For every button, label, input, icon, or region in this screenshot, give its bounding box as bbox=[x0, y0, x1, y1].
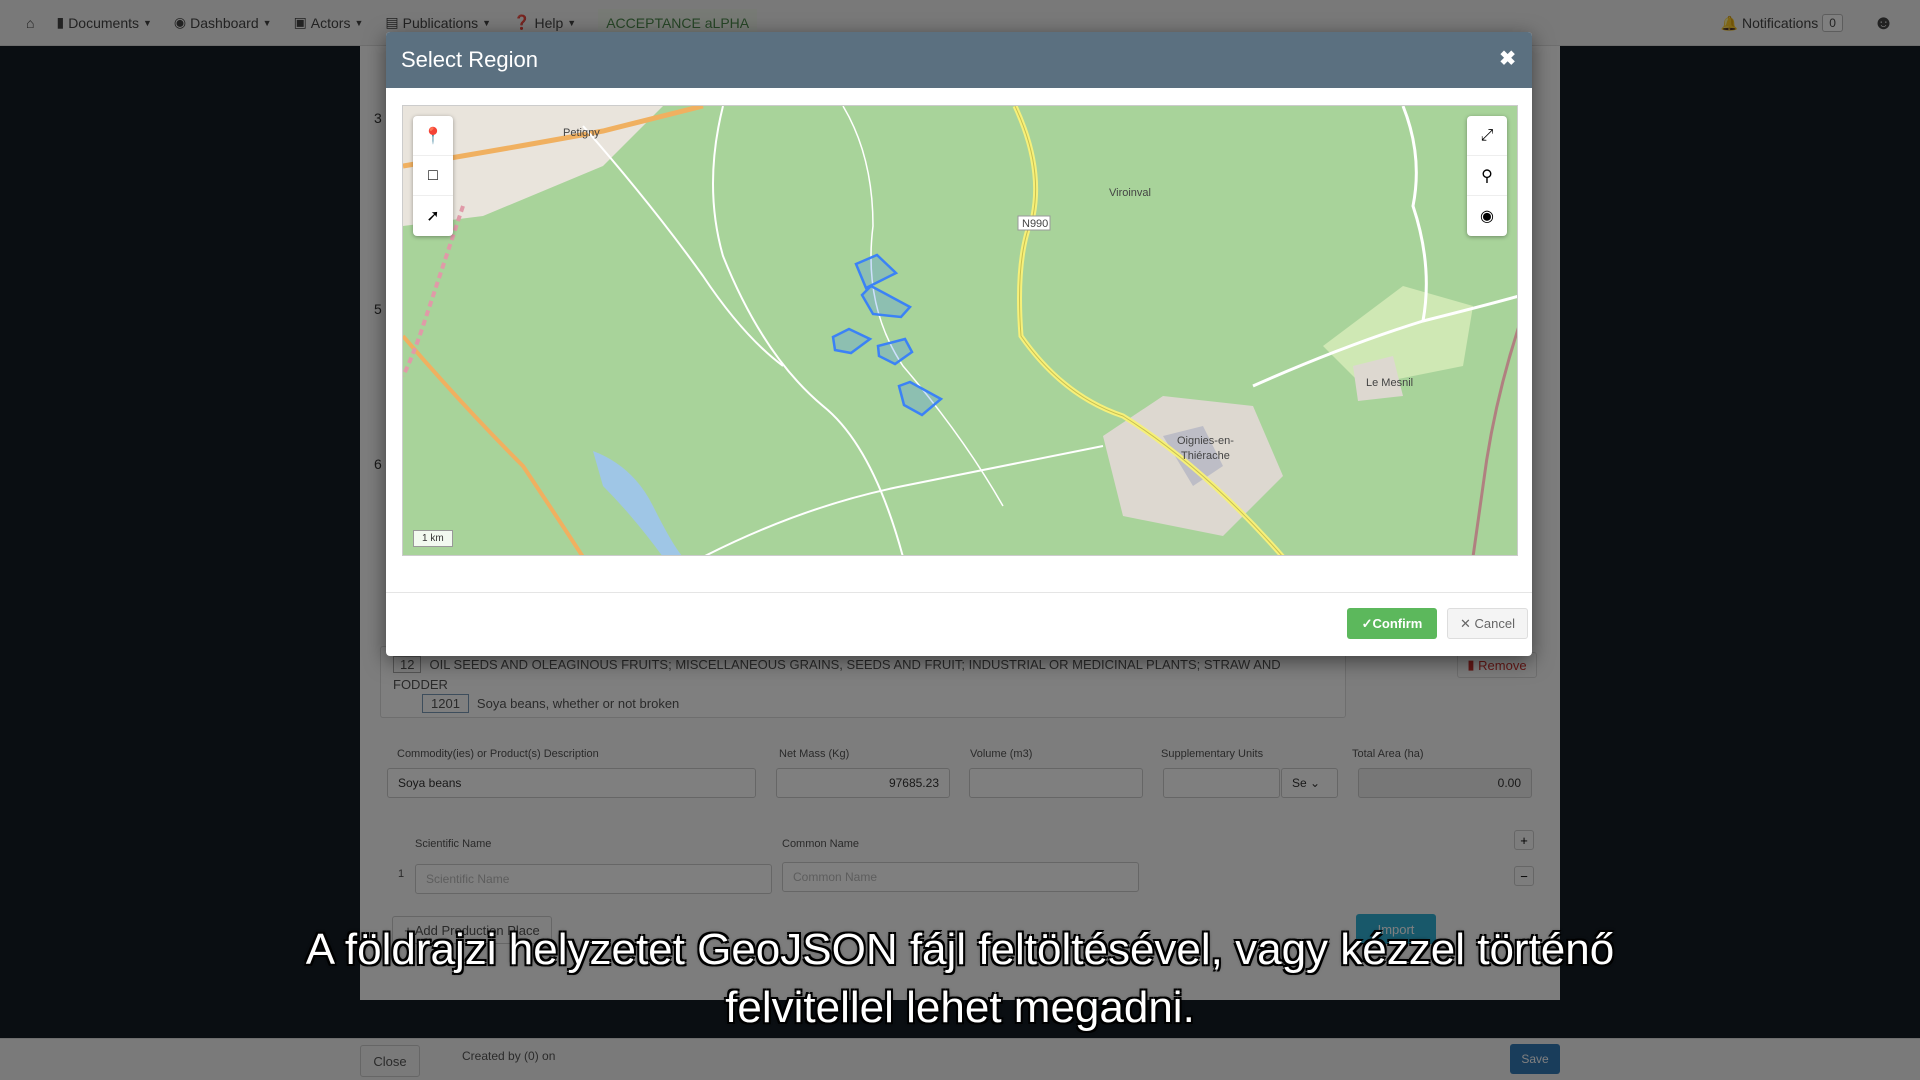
cancel-button[interactable]: ✕ Cancel bbox=[1447, 608, 1528, 639]
svg-text:Petigny: Petigny bbox=[563, 127, 600, 139]
svg-text:Viroinval: Viroinval bbox=[1109, 187, 1151, 199]
draw-line-icon[interactable]: ➚ bbox=[413, 196, 453, 236]
svg-text:Oignies-en-: Oignies-en- bbox=[1177, 435, 1234, 447]
map-scale: 1 km bbox=[413, 530, 453, 547]
confirm-button[interactable]: ✓ Confirm bbox=[1347, 608, 1437, 639]
subtitle-line-2: felvitellel lehet megadni. bbox=[725, 983, 1195, 1032]
svg-text:Le Mesnil: Le Mesnil bbox=[1366, 377, 1413, 389]
modal-footer bbox=[386, 592, 1532, 593]
subtitle-line-1: A földrajzi helyzetet GeoJSON fájl feltö… bbox=[305, 925, 1615, 974]
map-view[interactable]: Petigny Viroinval N990 Le Mesnil Oignies… bbox=[402, 105, 1518, 556]
map-canvas: Petigny Viroinval N990 Le Mesnil Oignies… bbox=[403, 106, 1517, 555]
draw-toolbar: 📍 □ ➚ bbox=[413, 116, 453, 236]
modal-title: Select Region bbox=[401, 47, 538, 72]
svg-text:N990: N990 bbox=[1022, 218, 1048, 230]
check-icon: ✓ bbox=[1361, 615, 1373, 631]
search-icon[interactable]: ⚲ bbox=[1467, 156, 1507, 196]
fullscreen-icon[interactable]: ⤢ bbox=[1467, 116, 1507, 156]
close-icon[interactable]: ✖ bbox=[1499, 46, 1516, 71]
x-icon: ✕ bbox=[1460, 615, 1475, 631]
select-region-modal: Select Region ✖ Petigny Viroinval N990 L… bbox=[386, 32, 1532, 656]
map-controls: ⤢ ⚲ ◉ bbox=[1467, 116, 1507, 236]
svg-text:Thiérache: Thiérache bbox=[1181, 450, 1230, 462]
marker-icon[interactable]: 📍 bbox=[413, 116, 453, 156]
draw-polygon-icon[interactable]: □ bbox=[413, 156, 453, 196]
eye-icon[interactable]: ◉ bbox=[1467, 196, 1507, 236]
